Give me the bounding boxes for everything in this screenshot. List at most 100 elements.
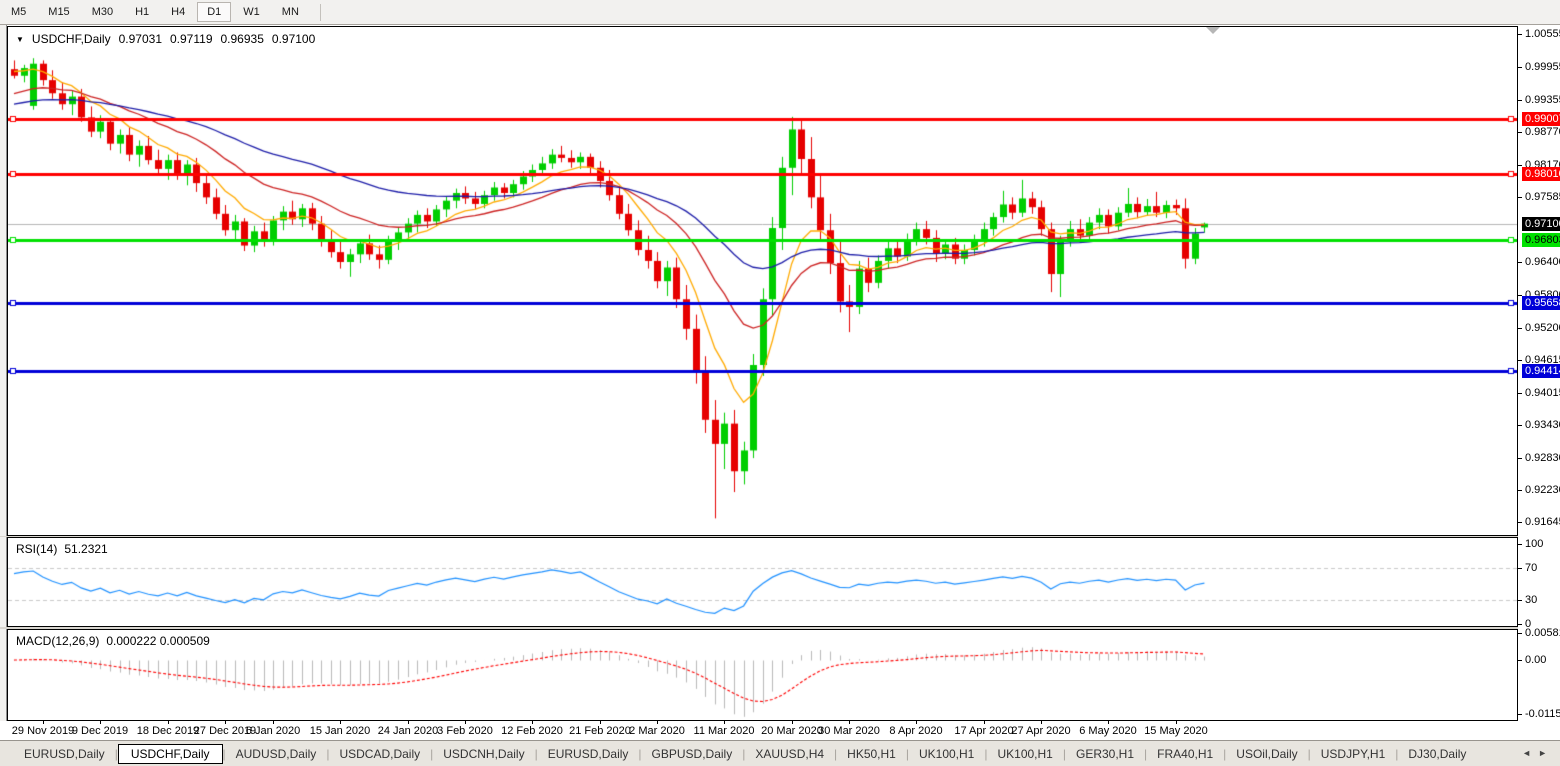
- price-axis-tick-label: 0.96400: [1525, 256, 1560, 268]
- tab-usdcad-daily[interactable]: USDCAD,Daily: [329, 744, 430, 764]
- macd-label: MACD(12,26,9) 0.000222 0.000509: [16, 634, 210, 648]
- candlestick-chart-canvas[interactable]: [8, 27, 1517, 535]
- date-tick-mark: [100, 721, 101, 724]
- date-tick-mark: [792, 721, 793, 724]
- tab-eurusd-daily[interactable]: EURUSD,Daily: [538, 744, 639, 764]
- price-axis-tick: 1.00555: [1518, 28, 1560, 41]
- date-tick-mark: [657, 721, 658, 724]
- chart-symbol-label: USDCHF,Daily: [31, 32, 111, 46]
- price-chart-panel[interactable]: ▼ USDCHF,Daily 0.97031 0.97119 0.96935 0…: [7, 26, 1518, 536]
- rsi-axis-tick: 30: [1518, 594, 1560, 607]
- date-tick-mark: [465, 721, 466, 724]
- date-tick-mark: [43, 721, 44, 724]
- symbol-tabbar: EURUSD,Daily | USDCHF,Daily | AUDUSD,Daily | U…: [0, 740, 1560, 766]
- timeframe-button-h4[interactable]: H4: [161, 2, 195, 22]
- tab-gbpusd-daily[interactable]: GBPUSD,Daily: [642, 744, 743, 764]
- rsi-name: RSI(14): [16, 542, 58, 556]
- ohlc-low: 0.96935: [220, 32, 264, 46]
- tab-audusd-daily[interactable]: AUDUSD,Daily: [226, 744, 327, 764]
- macd-indicator-panel[interactable]: MACD(12,26,9) 0.000222 0.000509: [7, 629, 1518, 721]
- date-tick-mark: [225, 721, 226, 724]
- date-axis[interactable]: 29 Nov 2019 9 Dec 2019 18 Dec 2019 27 Dec 2…: [0, 721, 1560, 740]
- rsi-chart-canvas[interactable]: [8, 538, 1517, 626]
- rsi-label: RSI(14) 51.2321: [16, 542, 108, 556]
- timeframe-button-w1[interactable]: W1: [233, 2, 270, 22]
- tab-scroll-arrows[interactable]: ◄►: [1522, 748, 1554, 758]
- macd-axis-tick-label: 0.00: [1525, 654, 1547, 666]
- macd-chart-canvas[interactable]: [8, 630, 1517, 720]
- tab-uk100-h1[interactable]: UK100,H1: [909, 744, 984, 764]
- date-tick-label: 3 Feb 2020: [437, 725, 493, 737]
- tab-usdchf-daily[interactable]: USDCHF,Daily: [117, 743, 223, 764]
- price-axis-tick: 0.95200: [1518, 322, 1560, 335]
- tick-mark: [1518, 34, 1522, 36]
- rsi-axis-tick-label: 30: [1525, 594, 1538, 606]
- price-axis-tick-label: 0.94015: [1525, 386, 1560, 399]
- tick-mark: [1518, 424, 1522, 426]
- timeframe-button-mn[interactable]: MN: [272, 2, 309, 22]
- ohlc-high: 0.97119: [170, 32, 213, 46]
- price-axis[interactable]: 1.005550.999550.993550.987700.981700.975…: [1518, 26, 1560, 721]
- price-axis-tick: 0.99355: [1518, 94, 1560, 107]
- tab-ger30-h1[interactable]: GER30,H1: [1066, 744, 1144, 764]
- date-tick-mark: [1176, 721, 1177, 724]
- tab-xauusd-h4[interactable]: XAUUSD,H4: [745, 744, 834, 764]
- date-tick-label: 11 Mar 2020: [693, 725, 755, 737]
- macd-values: 0.000222 0.000509: [106, 634, 210, 648]
- tab-eurusd-daily[interactable]: EURUSD,Daily: [14, 744, 115, 764]
- date-tick-label: 8 Apr 2020: [889, 725, 943, 737]
- tab-dj30-daily[interactable]: DJ30,Daily: [1398, 744, 1476, 764]
- macd-axis-tick-label: -0.011515: [1525, 707, 1560, 720]
- macd-axis-tick: 0.005818: [1518, 627, 1560, 640]
- price-axis-tick: 0.98770: [1518, 126, 1560, 139]
- symbol-dropdown-icon[interactable]: ▼: [16, 35, 24, 44]
- date-tick-label: 9 Dec 2019: [71, 725, 129, 737]
- rsi-axis-tick: 100: [1518, 538, 1560, 551]
- tick-mark: [1518, 544, 1522, 545]
- date-tick-label: 6 May 2020: [1079, 725, 1137, 737]
- tick-mark: [1518, 457, 1522, 459]
- tab-usdcnh-daily[interactable]: USDCNH,Daily: [433, 744, 534, 764]
- window-left-frame: [0, 25, 7, 766]
- tick-mark: [1518, 67, 1522, 69]
- chart-shift-marker-icon[interactable]: [1206, 27, 1220, 34]
- tab-uk100-h1[interactable]: UK100,H1: [987, 744, 1062, 764]
- ohlc-close: 0.97100: [271, 32, 316, 46]
- date-tick-label: 30 Mar 2020: [818, 725, 880, 737]
- tick-mark: [1518, 660, 1522, 661]
- tab-fra40-h1[interactable]: FRA40,H1: [1147, 744, 1223, 764]
- tick-mark: [1518, 100, 1522, 102]
- date-tick-mark: [408, 721, 409, 724]
- timeframe-button-m5[interactable]: M5: [1, 2, 36, 22]
- date-tick-mark: [273, 721, 274, 724]
- tab-usoil-daily[interactable]: USOil,Daily: [1226, 744, 1307, 764]
- timeframe-button-h1[interactable]: H1: [125, 2, 159, 22]
- timeframe-toolbar: M5 M15 M30 H1 H4 D1 W1 MN: [0, 0, 1560, 25]
- price-axis-tick: 0.96400: [1518, 256, 1560, 269]
- tab-usdjpy-h1[interactable]: USDJPY,H1: [1311, 744, 1395, 764]
- price-axis-tick-label: 0.92230: [1525, 484, 1560, 497]
- date-tick-label: 15 Jan 2020: [309, 725, 371, 737]
- date-tick-mark: [916, 721, 917, 724]
- date-tick-mark: [849, 721, 850, 724]
- date-tick-label: 6 Jan 2020: [245, 725, 301, 737]
- tick-mark: [1518, 359, 1522, 361]
- price-axis-tick-label: 0.97585: [1525, 191, 1560, 204]
- price-level-badge: 0.96803: [1522, 232, 1560, 247]
- price-axis-tick: 0.93430: [1518, 419, 1560, 432]
- date-tick-mark: [1041, 721, 1042, 724]
- price-axis-tick-label: 0.99955: [1525, 61, 1560, 74]
- timeframe-button-m15[interactable]: M15: [38, 2, 79, 22]
- chart-title: ▼ USDCHF,Daily 0.97031 0.97119 0.96935 0…: [16, 32, 315, 46]
- timeframe-button-m30[interactable]: M30: [82, 2, 123, 22]
- price-level-badge: 0.98010: [1522, 166, 1560, 181]
- rsi-indicator-panel[interactable]: RSI(14) 51.2321: [7, 537, 1518, 627]
- tick-mark: [1518, 522, 1522, 524]
- price-axis-tick: 0.97585: [1518, 191, 1560, 204]
- price-axis-tick-label: 1.00555: [1525, 28, 1560, 41]
- price-level-badge: 0.95658: [1522, 295, 1560, 310]
- date-tick-mark: [600, 721, 601, 724]
- rsi-axis-tick: 70: [1518, 562, 1560, 575]
- timeframe-button-d1[interactable]: D1: [197, 2, 232, 22]
- tab-hk50-h1[interactable]: HK50,H1: [837, 744, 906, 764]
